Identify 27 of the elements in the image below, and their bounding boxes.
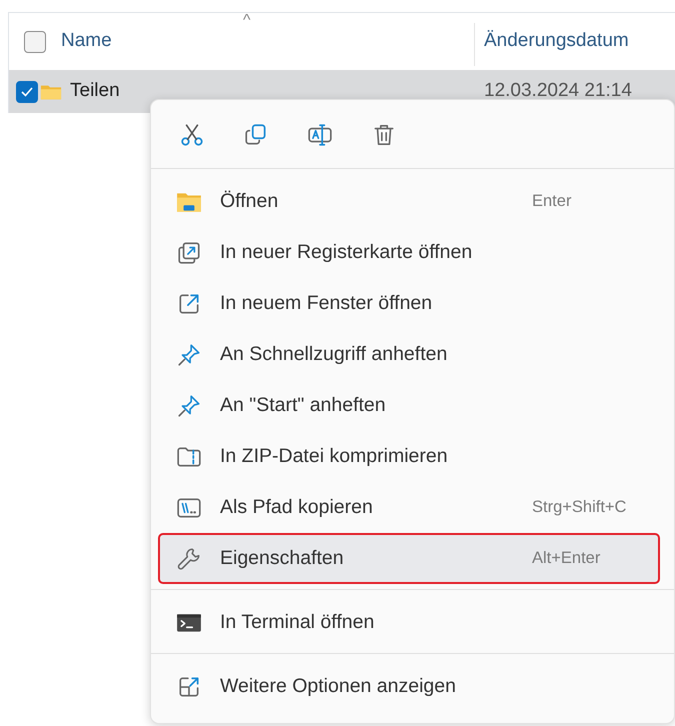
- shortcut-text: Enter: [532, 191, 572, 212]
- modified-date: 12.03.2024 21:14: [484, 79, 632, 104]
- row-checkbox[interactable]: [16, 80, 38, 102]
- menu-item[interactable]: In neuer Registerkarte öffnen: [158, 227, 660, 278]
- new-tab-icon: [176, 240, 202, 266]
- sort-indicator: ^: [243, 11, 251, 31]
- menu-item[interactable]: In Terminal öffnen: [158, 597, 660, 648]
- rename-icon: [307, 122, 333, 148]
- menu-item[interactable]: Als Pfad kopieren Strg+Shift+C: [158, 482, 660, 533]
- menu-item[interactable]: Weitere Optionen anzeigen: [158, 661, 660, 712]
- scissors-icon: [179, 122, 205, 148]
- menu-item[interactable]: An "Start" anheften: [158, 380, 660, 431]
- shortcut-text: Alt+Enter: [532, 548, 602, 570]
- column-header[interactable]: Änderungsdatum: [484, 27, 629, 56]
- menu-item[interactable]: An Schnellzugriff anheften: [158, 329, 660, 380]
- menu-item[interactable]: Öffnen Enter: [158, 176, 660, 227]
- menu-item[interactable]: Eigenschaften Alt+Enter: [158, 533, 660, 584]
- column-header[interactable]: Name: [61, 27, 112, 56]
- shortcut-text: Strg+Shift+C: [532, 497, 628, 518]
- select-all-checkbox[interactable]: [24, 30, 46, 52]
- check-icon: [20, 84, 34, 98]
- menu-item[interactable]: In ZIP-Datei komprimieren: [158, 431, 660, 482]
- pin-icon: [176, 342, 202, 368]
- pin-icon: [176, 392, 202, 418]
- file-name: Teilen: [70, 79, 120, 104]
- wrench-icon: [176, 546, 202, 572]
- menu-item[interactable]: In neuem Fenster öffnen: [158, 278, 660, 329]
